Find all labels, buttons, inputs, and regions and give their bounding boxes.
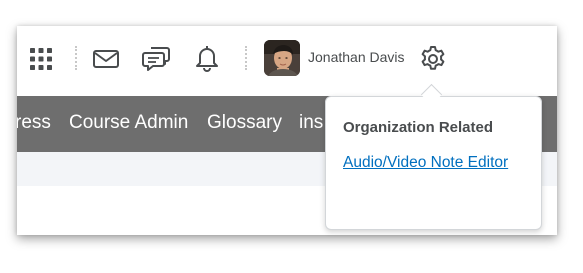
- nav-item-ins[interactable]: ins: [299, 96, 323, 152]
- nav-item-progress[interactable]: ress: [17, 96, 51, 152]
- nav-item-glossary[interactable]: Glossary: [207, 96, 282, 152]
- toolbar-separator: [245, 46, 247, 70]
- top-toolbar: Jonathan Davis: [17, 26, 557, 96]
- gear-icon[interactable]: [419, 45, 447, 73]
- apps-grid-icon[interactable]: [28, 46, 54, 72]
- mail-icon[interactable]: [92, 48, 120, 70]
- chat-icon[interactable]: [142, 44, 172, 72]
- toolbar-separator: [75, 46, 77, 70]
- settings-dropdown: Organization Related Audio/Video Note Ed…: [325, 96, 542, 230]
- dropdown-heading: Organization Related: [343, 119, 494, 136]
- bell-icon[interactable]: [194, 44, 220, 72]
- nav-item-course-admin[interactable]: Course Admin: [69, 96, 188, 152]
- avatar[interactable]: [264, 40, 300, 76]
- user-name[interactable]: Jonathan Davis: [308, 46, 405, 68]
- audio-video-note-editor-link[interactable]: Audio/Video Note Editor: [343, 150, 513, 175]
